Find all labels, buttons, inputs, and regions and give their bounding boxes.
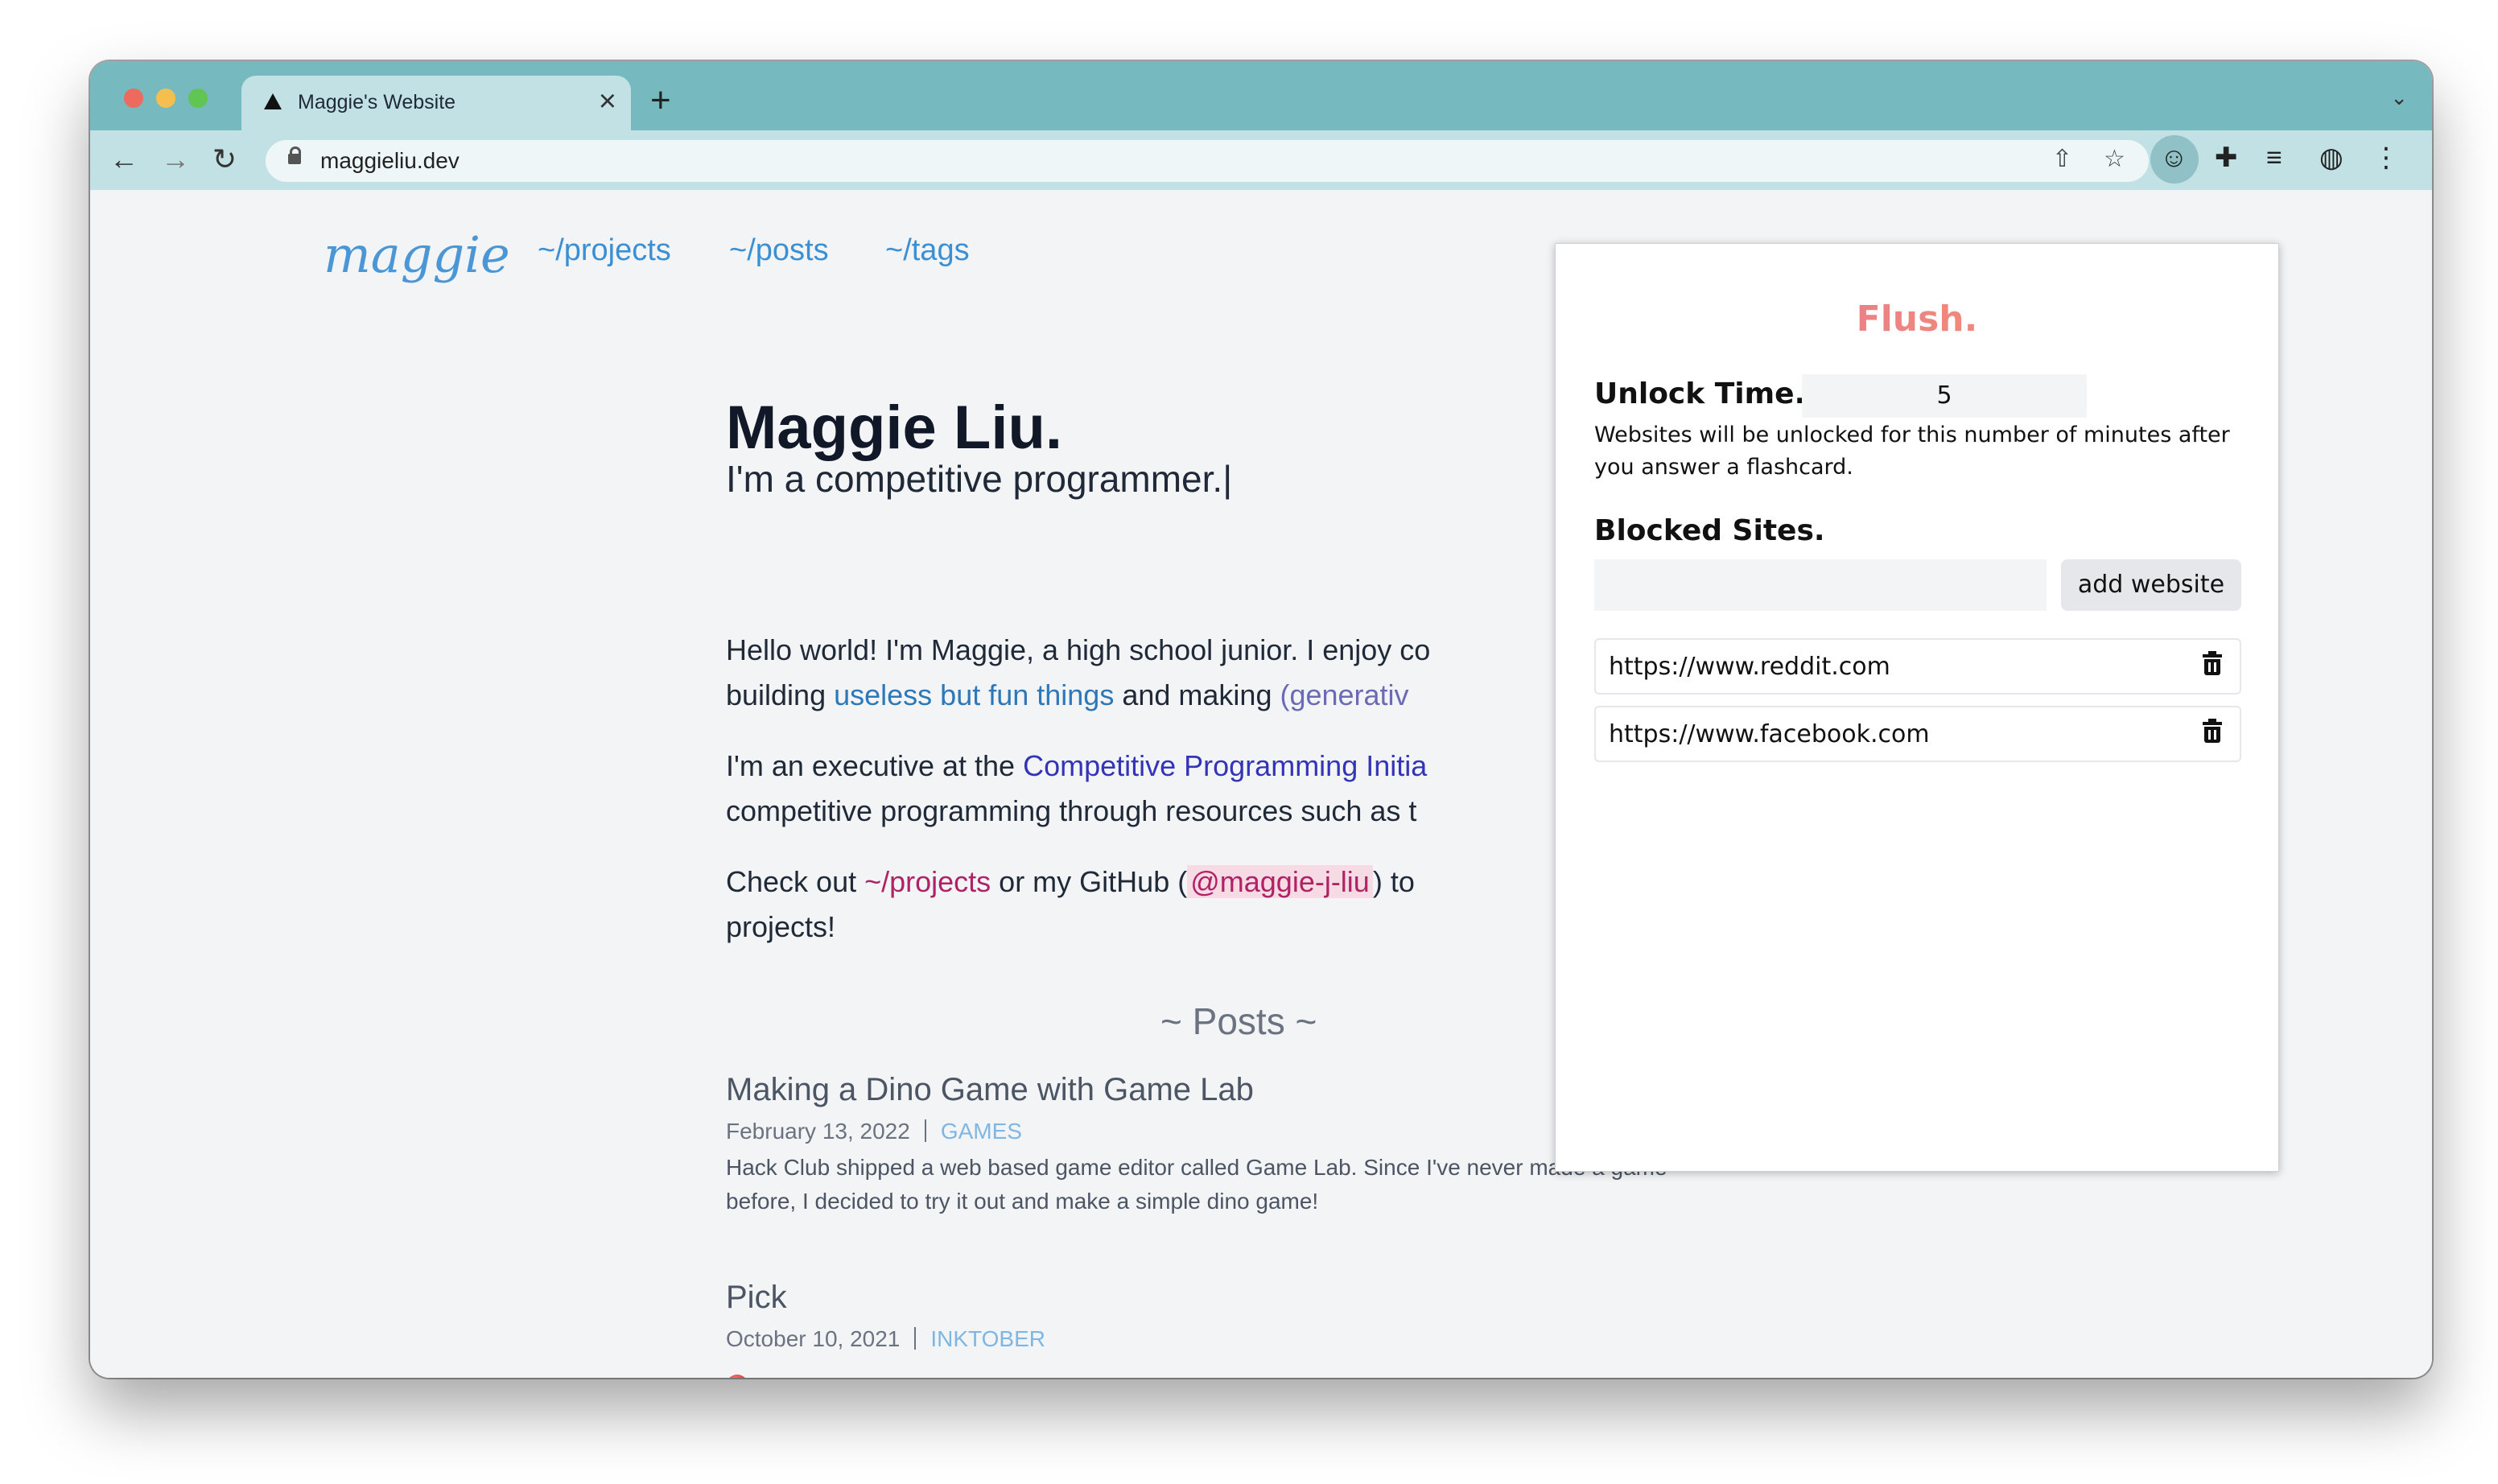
share-icon[interactable]: ⇧ <box>2052 145 2072 173</box>
nav-tags-link[interactable]: ~/tags <box>885 233 970 268</box>
zoom-window-button[interactable] <box>188 89 208 108</box>
trash-icon[interactable] <box>2203 651 2222 675</box>
reading-list-icon[interactable]: ≡ <box>2266 140 2282 175</box>
page-subtitle: I'm a competitive programmer.| <box>726 458 1233 500</box>
intro-text: building <box>726 678 835 711</box>
meta-divider <box>914 1327 917 1350</box>
minimize-window-button[interactable] <box>156 89 175 108</box>
reload-icon[interactable]: ↻ <box>212 143 237 175</box>
browser-window: Maggie's Website × + ⌄ ← → ↻ maggieliu.d… <box>90 61 2432 1378</box>
blocked-site-url: https://www.reddit.com <box>1609 653 1890 681</box>
posts-heading: ~ Posts ~ <box>1160 1000 1317 1042</box>
close-tab-icon[interactable]: × <box>599 85 616 117</box>
add-site-input[interactable] <box>1594 559 2047 611</box>
post-date: February 13, 2022 <box>726 1119 910 1144</box>
intro-text-mid: and making <box>1114 678 1280 711</box>
useless-things-link[interactable]: useless but fun things <box>834 678 1114 711</box>
browser-tab[interactable]: Maggie's Website × <box>241 76 631 130</box>
tab-title: Maggie's Website <box>298 91 456 113</box>
flush-extension-icon[interactable]: ☺ <box>2160 140 2188 175</box>
unlock-time-label: Unlock Time. <box>1594 377 1806 410</box>
new-tab-icon[interactable]: + <box>650 80 671 121</box>
nav-projects-link[interactable]: ~/projects <box>538 233 671 268</box>
title-bar: Maggie's Website × + ⌄ <box>90 61 2432 130</box>
nav-posts-link[interactable]: ~/posts <box>729 233 829 268</box>
projects-link[interactable]: ~/projects <box>864 865 991 898</box>
back-arrow-icon[interactable]: ← <box>109 143 138 175</box>
meta-divider <box>924 1119 926 1142</box>
post-meta: October 10, 2021 INKTOBER <box>726 1326 1045 1352</box>
page-title: Maggie Liu. <box>726 394 1062 462</box>
triangle-favicon-icon <box>264 93 282 109</box>
extensions-puzzle-icon[interactable]: ✚ <box>2215 140 2238 175</box>
exec-line-1: I'm an executive at the Competitive Prog… <box>726 744 1498 789</box>
post-meta: February 13, 2022 GAMES <box>726 1119 1022 1144</box>
post-title[interactable]: Making a Dino Game with Game Lab <box>726 1072 1254 1108</box>
forward-arrow-icon[interactable]: → <box>161 143 190 175</box>
add-website-button[interactable]: add website <box>2061 559 2241 611</box>
blocked-site-row: https://www.reddit.com <box>1594 638 2241 695</box>
checkout-paragraph: Check out ~/projects or my GitHub (@magg… <box>726 859 1498 950</box>
profile-avatar-icon[interactable]: ◍ <box>2319 140 2343 175</box>
blocked-site-url: https://www.facebook.com <box>1609 720 1930 748</box>
browser-toolbar: ← → ↻ maggieliu.dev ⇧ ☆ ☺ ✚ ≡ ◍ ⋮ <box>90 130 2432 192</box>
cpi-link[interactable]: Competitive Programming Initia <box>1023 749 1427 782</box>
exec-paragraph: I'm an executive at the Competitive Prog… <box>726 744 1498 834</box>
post-tag-link[interactable]: INKTOBER <box>930 1326 1045 1351</box>
address-bar[interactable]: maggieliu.dev ⇧ ☆ <box>266 140 2149 182</box>
more-menu-icon[interactable]: ⋮ <box>2372 140 2400 175</box>
blocked-site-row: https://www.facebook.com <box>1594 706 2241 762</box>
exec-text: I'm an executive at the <box>726 749 1024 782</box>
github-link[interactable]: @maggie-j-liu <box>1187 865 1373 898</box>
checkout-text-mid: or my GitHub ( <box>991 865 1188 898</box>
generative-link[interactable]: (generativ <box>1280 678 1408 711</box>
chevron-down-icon[interactable]: ⌄ <box>2390 85 2408 110</box>
checkout-line-1: Check out ~/projects or my GitHub (@magg… <box>726 859 1498 905</box>
red-dot-icon <box>726 1375 748 1378</box>
unlock-time-input[interactable]: 5 <box>1802 374 2087 418</box>
popup-title: Flush. <box>1556 299 2278 340</box>
checkout-text-post: ) to <box>1372 865 1415 898</box>
site-logo[interactable]: maggie <box>324 225 510 284</box>
checkout-line-2: projects! <box>726 910 836 943</box>
post-tag-link[interactable]: GAMES <box>941 1119 1022 1144</box>
intro-line-1: Hello world! I'm Maggie, a high school j… <box>726 633 1431 666</box>
lock-icon <box>288 146 301 164</box>
flush-extension-popup: Flush. Unlock Time. 5 Websites will be u… <box>1555 243 2279 1172</box>
close-window-button[interactable] <box>124 89 143 108</box>
intro-paragraph: Hello world! I'm Maggie, a high school j… <box>726 628 1498 718</box>
blocked-sites-label: Blocked Sites. <box>1594 514 1825 547</box>
exec-line-2: competitive programming through resource… <box>726 794 1417 827</box>
post-title[interactable]: Pick <box>726 1280 787 1316</box>
unlock-time-description: Websites will be unlocked for this numbe… <box>1594 423 2230 480</box>
post-date: October 10, 2021 <box>726 1326 901 1351</box>
checkout-text: Check out <box>726 865 865 898</box>
trash-icon[interactable] <box>2203 719 2222 743</box>
url-text: maggieliu.dev <box>320 148 460 173</box>
bookmark-star-icon[interactable]: ☆ <box>2104 145 2125 173</box>
intro-line-2: building useless but fun things and maki… <box>726 673 1498 718</box>
